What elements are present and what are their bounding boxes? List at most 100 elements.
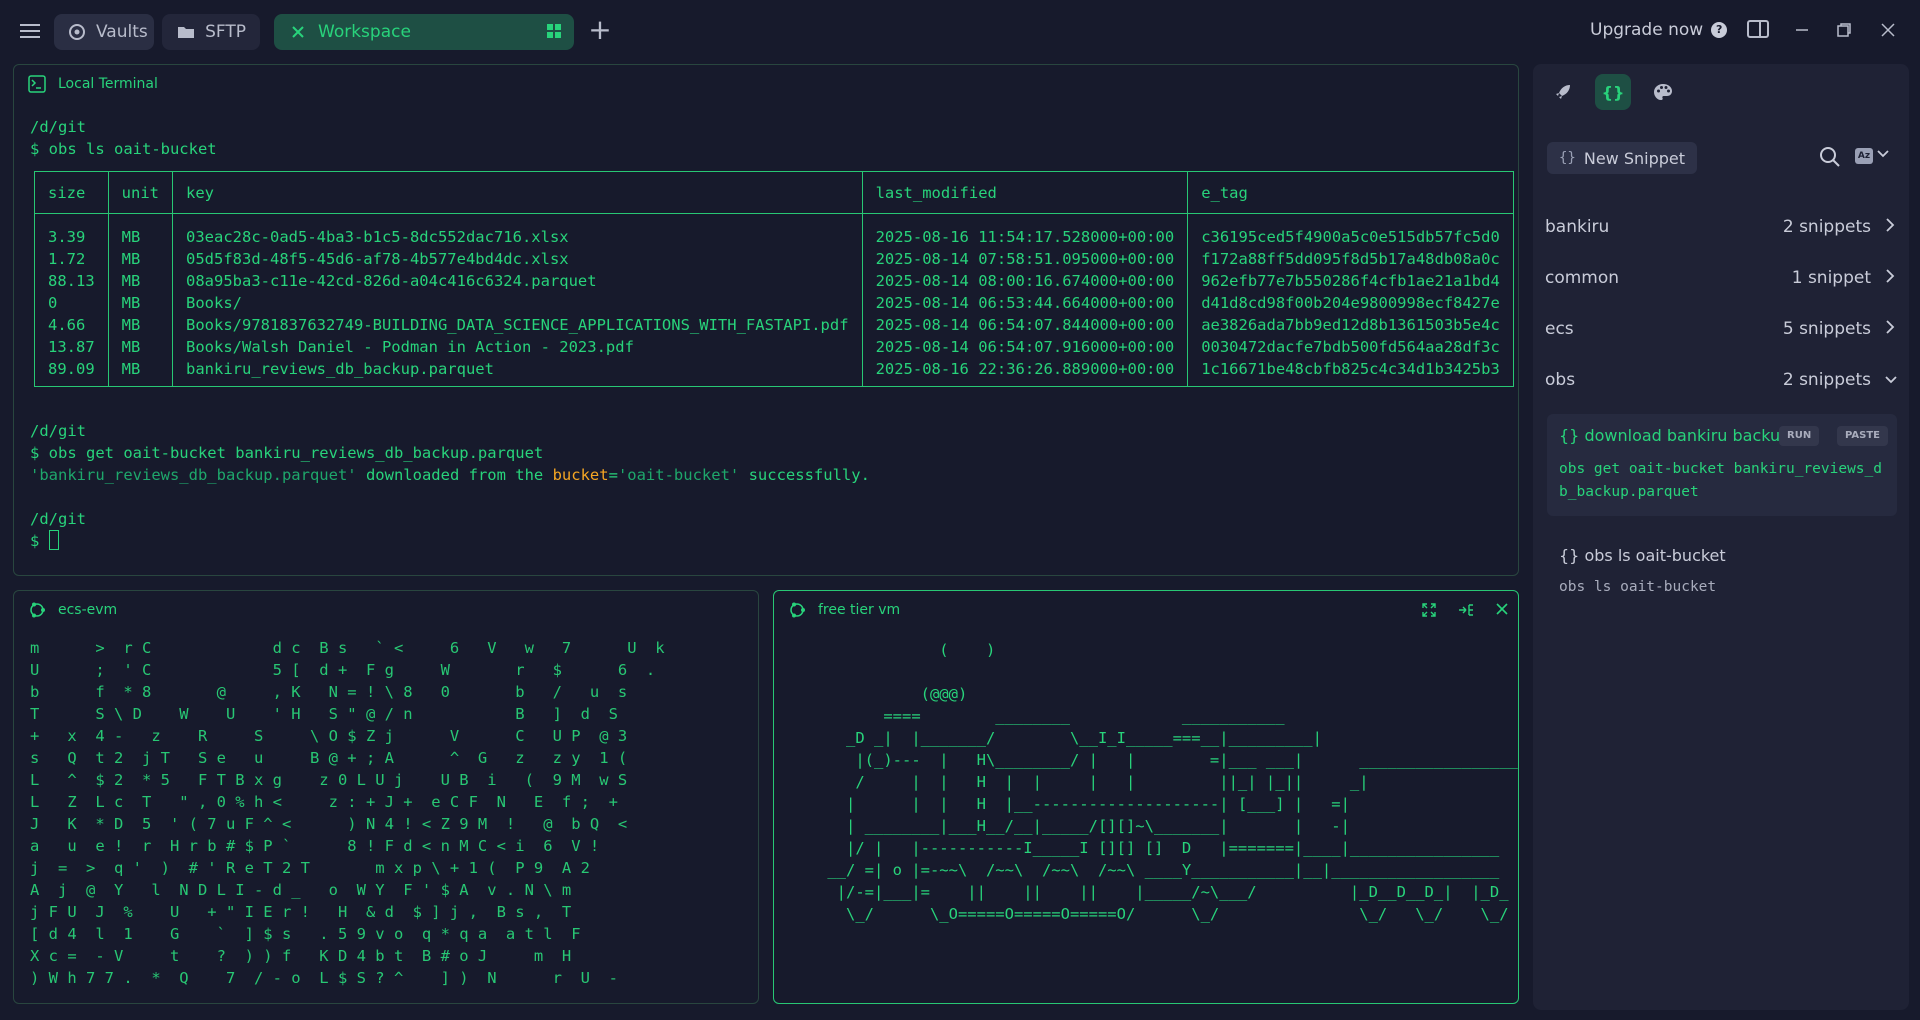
matrix-row: T S \ D W U ' H S " @ / n B ] d S (30, 705, 618, 723)
tab-workspace[interactable]: Workspace (274, 14, 574, 50)
matrix-row: j F U J % U + " I E r ! H & d $ ] j , B … (30, 903, 572, 921)
palette-icon[interactable] (1645, 74, 1681, 110)
panel-header: free tier vm (788, 601, 900, 619)
minimize-icon[interactable] (1790, 20, 1814, 44)
table-cell: Books/9781837632749-BUILDING_DATA_SCIENC… (172, 314, 863, 336)
close-icon[interactable] (288, 22, 308, 42)
snippet-body: obs get oait-bucket bankiru_reviews_db_b… (1559, 461, 1883, 500)
snippets-icon[interactable]: {} (1595, 74, 1631, 110)
matrix-row: [ d 4 l 1 G ` ] $ s . 5 9 v o q * q a a … (30, 925, 581, 943)
chevron-right-icon (1885, 268, 1897, 288)
snippet-card[interactable]: {} download bankiru backup RUN PASTE obs… (1547, 414, 1897, 516)
snippet-title: {} obs ls oait-bucket (1559, 546, 1726, 565)
table-cell: 05d5f83d-48f5-45d6-af78-4b577e4bd4dc.xls… (172, 248, 863, 270)
table-cell: f172a88ff5dd095f8d5b17a48db08a0c (1187, 248, 1514, 270)
snippet-group-bankiru[interactable]: bankiru 2 snippets (1545, 212, 1897, 242)
snippet-card[interactable]: {} obs ls oait-bucket obs ls oait-bucket (1547, 534, 1897, 614)
toggle-sidebar-icon[interactable] (1746, 20, 1770, 44)
table-cell: Books/ (172, 292, 863, 314)
group-count: 2 snippets (1782, 217, 1871, 237)
terminal-line: /d/git (30, 510, 86, 528)
snippet-group-ecs[interactable]: ecs 5 snippets (1545, 314, 1897, 344)
group-count: 2 snippets (1782, 370, 1871, 390)
table-cell: MB (107, 336, 174, 358)
group-name: bankiru (1545, 217, 1610, 237)
ubuntu-icon (28, 601, 46, 619)
snippet-group-common[interactable]: common 1 snippet (1545, 263, 1897, 293)
run-button[interactable]: RUN (1779, 426, 1820, 446)
table-cell: MB (107, 248, 174, 270)
table-cell: 2025-08-16 22:36:26.889000+00:00 (861, 358, 1189, 387)
output-text: = (608, 466, 618, 484)
matrix-row: X c = - V t ? ) ) f K D 4 b t B # o J m … (30, 947, 572, 965)
matrix-row: L Z L c T " , 0 % h < z : + J + e C F N … (30, 793, 618, 811)
group-name: obs (1545, 370, 1576, 390)
chevron-right-icon (1885, 217, 1897, 237)
sort-icon[interactable]: Az (1855, 148, 1873, 164)
terminal-icon (28, 75, 46, 93)
prompt-symbol: $ (30, 532, 49, 550)
output-keyword: bucket (552, 466, 609, 484)
table-cell: 1.72 (34, 248, 109, 270)
upgrade-button[interactable]: Upgrade now ? (1590, 20, 1728, 40)
rocket-icon[interactable] (1545, 74, 1581, 110)
column-header: e_tag (1187, 171, 1514, 214)
restore-icon[interactable] (1832, 20, 1856, 44)
table-cell: 2025-08-14 08:00:16.674000+00:00 (861, 270, 1189, 292)
split-icon[interactable] (1458, 603, 1474, 621)
matrix-row: j = > q ' ) # ' R e T 2 T m x p \ + 1 ( … (30, 859, 590, 877)
table-row: 13.87 MB Books/Walsh Daniel - Podman in Ac… (34, 336, 1514, 358)
output-table: size unit key last_modified e_tag 3.39 MB… (34, 171, 1514, 387)
table-row: 4.66 MB Books/9781837632749-BUILDING_DATA_… (34, 314, 1514, 336)
workspace-icon (546, 23, 562, 39)
table-row: 0 MB Books/2025-08-14 06:53:44.664000+00:0… (34, 292, 1514, 314)
matrix-output: m > r C d c B s ` < 6 V w 7 U k U ; ' C 5… (30, 639, 750, 999)
vault-icon (68, 22, 86, 42)
ecs-evm-terminal-panel[interactable]: ecs-evm m > r C d c B s ` < 6 V w 7 U k U… (13, 590, 759, 1004)
paste-button[interactable]: PASTE (1837, 426, 1889, 446)
table-cell: 0030472dacfe7bdb500fd564aa28df3c (1187, 336, 1514, 358)
chevron-down-icon[interactable] (1877, 148, 1889, 162)
table-cell: MB (107, 292, 174, 314)
terminal-prompt[interactable]: $ (30, 530, 59, 552)
close-window-icon[interactable] (1876, 20, 1900, 44)
table-cell: bankiru_reviews_db_backup.parquet (172, 358, 863, 387)
table-cell: 4.66 (34, 314, 109, 336)
snippet-body: obs ls oait-bucket (1559, 579, 1717, 595)
panel-header: ecs-evm (28, 601, 117, 619)
column-header: size (34, 171, 109, 214)
panel-actions (1422, 603, 1508, 621)
snippets-sidebar: {} {} New Snippet Az bankiru 2 snippets … (1533, 64, 1909, 1010)
new-snippet-button[interactable]: {} New Snippet (1547, 142, 1698, 174)
matrix-row: a u e ! r H r b # $ P ` 8 ! F d < n M C … (30, 837, 600, 855)
snippet-title: {} download bankiru backup (1559, 426, 1791, 445)
tab-sftp[interactable]: SFTP (162, 14, 260, 50)
free-tier-vm-terminal-panel[interactable]: free tier vm ( ) (@@@) ==== ________ ___… (773, 590, 1519, 1004)
table-cell: c36195ced5f4900a5c0e515db57fc5d0 (1187, 213, 1514, 248)
table-cell: 2025-08-14 06:53:44.664000+00:00 (861, 292, 1189, 314)
ascii-train: ( ) (@@@) ==== ________ ___________ _D _… (827, 641, 1518, 923)
group-name: ecs (1545, 319, 1574, 339)
add-tab-icon[interactable]: + (588, 16, 612, 44)
local-terminal-panel[interactable]: Local Terminal /d/git $ obs ls oait-buck… (13, 64, 1519, 576)
table-cell: MB (107, 270, 174, 292)
table-cell: 2025-08-16 11:54:17.528000+00:00 (861, 213, 1189, 248)
output-text: downloaded from the (356, 466, 553, 484)
search-icon[interactable] (1819, 146, 1843, 170)
table-cell: 89.09 (34, 358, 109, 387)
column-header: unit (107, 171, 174, 214)
group-name: common (1545, 268, 1620, 288)
close-icon[interactable] (1496, 603, 1508, 621)
cursor (48, 530, 59, 550)
snippet-group-obs[interactable]: obs 2 snippets (1545, 365, 1897, 395)
menu-icon[interactable] (18, 20, 42, 44)
matrix-row: s Q t 2 j T S e u B @ + ; A ^ G z z y 1 … (30, 749, 628, 767)
panel-title: free tier vm (818, 602, 901, 618)
tab-vaults[interactable]: Vaults (54, 14, 154, 50)
table-cell: 2025-08-14 06:54:07.844000+00:00 (861, 314, 1189, 336)
tab-label: SFTP (205, 22, 246, 42)
table-cell: 13.87 (34, 336, 109, 358)
maximize-icon[interactable] (1422, 603, 1436, 621)
ubuntu-icon (788, 601, 806, 619)
table-row: 89.09 MB bankiru_reviews_db_backup.parquet… (34, 358, 1514, 387)
